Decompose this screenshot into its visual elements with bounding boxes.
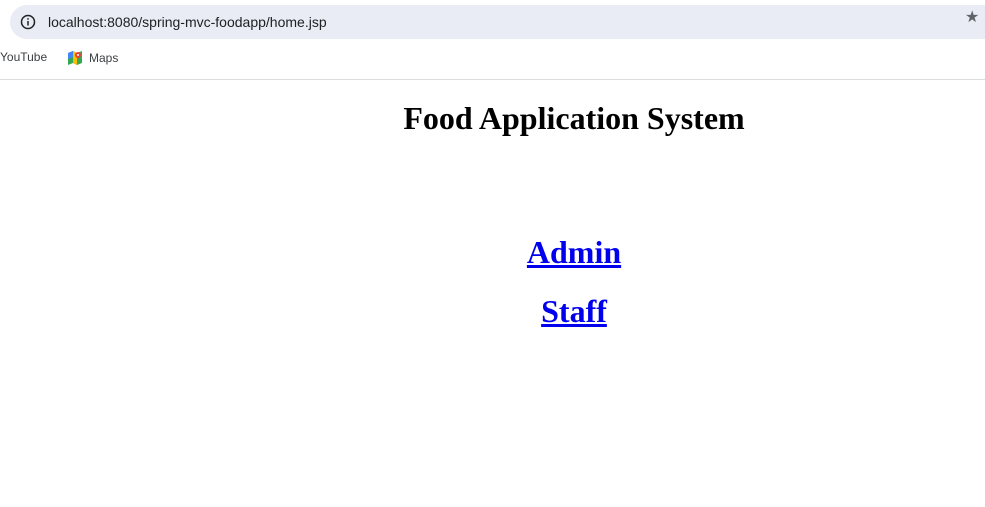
site-info-icon[interactable] [20,14,36,30]
admin-link[interactable]: Admin [527,234,621,270]
staff-link-container: Staff [0,293,985,330]
bookmark-star-icon[interactable]: ★ [965,10,981,26]
browser-chrome: localhost:8080/spring-mvc-foodapp/home.j… [0,0,985,80]
staff-link[interactable]: Staff [541,293,607,329]
address-bar[interactable]: localhost:8080/spring-mvc-foodapp/home.j… [10,5,985,39]
admin-link-container: Admin [0,234,985,271]
page-title: Food Application System [403,100,745,136]
bookmark-youtube[interactable]: YouTube [0,50,47,64]
maps-icon [68,51,82,65]
url-text[interactable]: localhost:8080/spring-mvc-foodapp/home.j… [48,14,327,30]
bookmark-maps[interactable]: Maps [67,50,118,66]
bookmark-label: Maps [89,51,119,65]
page-content: Food Application System Admin Staff [0,81,985,507]
bookmarks-bar: YouTube Maps [0,46,985,72]
bookmark-label: YouTube [0,50,48,64]
